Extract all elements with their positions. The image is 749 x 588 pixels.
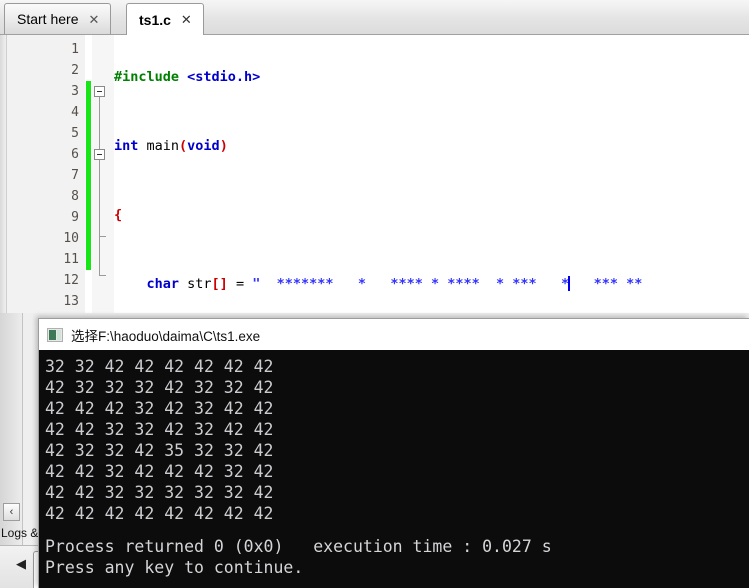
- type-keyword: int: [114, 138, 139, 154]
- editor-left-edge: [0, 35, 7, 313]
- line-number: 3: [71, 84, 79, 99]
- console-row: 42 42 42 32 42 32 42 42: [45, 399, 284, 418]
- code-line-2: int main(void): [114, 136, 749, 157]
- close-icon[interactable]: ✕: [86, 12, 101, 27]
- line-number: 2: [71, 63, 79, 78]
- paren: ): [219, 138, 228, 154]
- tab-label: ts1.c: [139, 11, 171, 28]
- editor-tab-bar: Start here ✕ ts1.c ✕: [0, 0, 749, 35]
- console-window-icon: [47, 327, 63, 342]
- void-keyword: void: [187, 138, 220, 154]
- scroll-left-arrow-icon[interactable]: ‹: [3, 503, 20, 521]
- line-number: 7: [71, 168, 79, 183]
- console-row: 42 32 32 32 42 32 32 42: [45, 378, 284, 397]
- code-line-4: char str[] = " ******* * **** * **** * *…: [114, 274, 749, 295]
- console-row: 42 42 32 32 32 32 32 42: [45, 483, 284, 502]
- code-line-1: #include <stdio.h>: [114, 67, 749, 88]
- console-row: 42 32 32 42 35 32 32 42: [45, 441, 284, 460]
- variable-name: str: [179, 276, 212, 292]
- console-process-returned-line: Process returned 0 (0x0) execution time …: [45, 537, 552, 556]
- line-number: 12: [63, 273, 79, 288]
- fold-connector-end-inner: [99, 236, 106, 237]
- console-row: 42 42 32 42 42 42 32 42: [45, 462, 284, 481]
- paren: (: [179, 138, 188, 154]
- console-press-any-key-line: Press any key to continue.: [45, 558, 304, 577]
- tab-start-here[interactable]: Start here ✕: [4, 3, 112, 34]
- code-editor[interactable]: 1 2 3 4 5 6 7 8 9 10 11 12 13 #include <…: [0, 35, 749, 313]
- preprocessor-directive: #include: [114, 69, 180, 85]
- code-folding-gutter[interactable]: [92, 35, 114, 313]
- line-number: 1: [71, 42, 79, 57]
- line-number: 10: [63, 231, 79, 246]
- close-icon[interactable]: ✕: [179, 12, 194, 27]
- fold-toggle-line-6[interactable]: [94, 149, 105, 160]
- console-output[interactable]: 32 32 42 42 42 42 42 42 42 32 32 32 42 3…: [39, 350, 749, 588]
- line-number: 13: [63, 294, 79, 309]
- code-line-3: {: [114, 205, 749, 226]
- array-brackets: []: [211, 276, 228, 292]
- line-number: 8: [71, 189, 79, 204]
- application-window: Start here ✕ ts1.c ✕ 1 2 3 4 5 6 7 8 9 1…: [0, 0, 749, 588]
- line-number: 9: [71, 210, 79, 225]
- console-title-text: 选择F:\haoduo\daima\C\ts1.exe: [71, 328, 261, 344]
- function-name: main: [138, 138, 180, 154]
- fold-connector-line-inner: [99, 155, 100, 237]
- code-text-area[interactable]: #include <stdio.h> int main(void) { char…: [114, 35, 749, 313]
- string-literal-tail: *** **: [569, 276, 643, 292]
- console-row: 42 42 32 32 42 32 42 42: [45, 420, 284, 439]
- assign-operator: =: [227, 276, 253, 292]
- line-number: 11: [63, 252, 79, 267]
- console-row: 32 32 42 42 42 42 42 42: [45, 357, 284, 376]
- line-number: 5: [71, 126, 79, 141]
- fold-connector-end: [99, 275, 106, 276]
- line-number: 6: [71, 147, 79, 162]
- brace: {: [114, 207, 123, 223]
- string-literal: " ******* * **** * **** * *** *: [252, 276, 570, 292]
- tab-label: Start here: [17, 11, 79, 27]
- type-keyword: char: [146, 276, 180, 292]
- include-header: <stdio.h>: [179, 69, 261, 85]
- tab-scroll-left-icon[interactable]: ◀: [16, 556, 26, 572]
- modified-lines-marker: [86, 81, 91, 270]
- line-number-gutter: 1 2 3 4 5 6 7 8 9 10 11 12 13: [7, 35, 85, 313]
- logs-panel-label[interactable]: Logs &: [1, 526, 38, 540]
- tab-ts1-c[interactable]: ts1.c ✕: [126, 3, 204, 35]
- console-title-bar[interactable]: 选择F:\haoduo\daima\C\ts1.exe: [39, 319, 749, 350]
- console-window[interactable]: 选择F:\haoduo\daima\C\ts1.exe 32 32 42 42 …: [38, 318, 749, 588]
- console-row: 42 42 42 42 42 42 42 42: [45, 504, 284, 523]
- fold-toggle-line-3[interactable]: [94, 86, 105, 97]
- line-number: 4: [71, 105, 79, 120]
